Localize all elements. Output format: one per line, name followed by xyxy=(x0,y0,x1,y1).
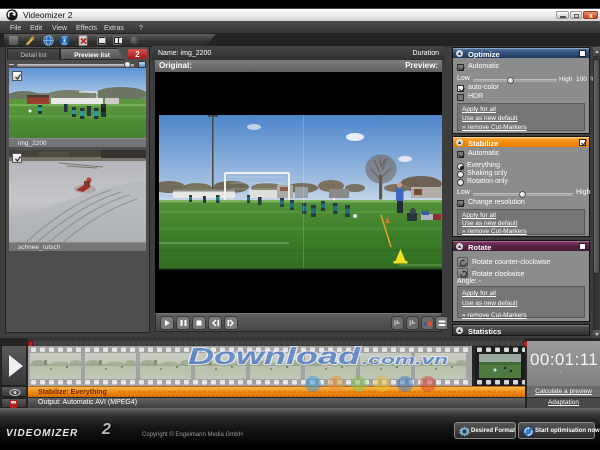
svg-text:.com.vn: .com.vn xyxy=(362,352,448,367)
svg-text:Download: Download xyxy=(188,343,361,369)
